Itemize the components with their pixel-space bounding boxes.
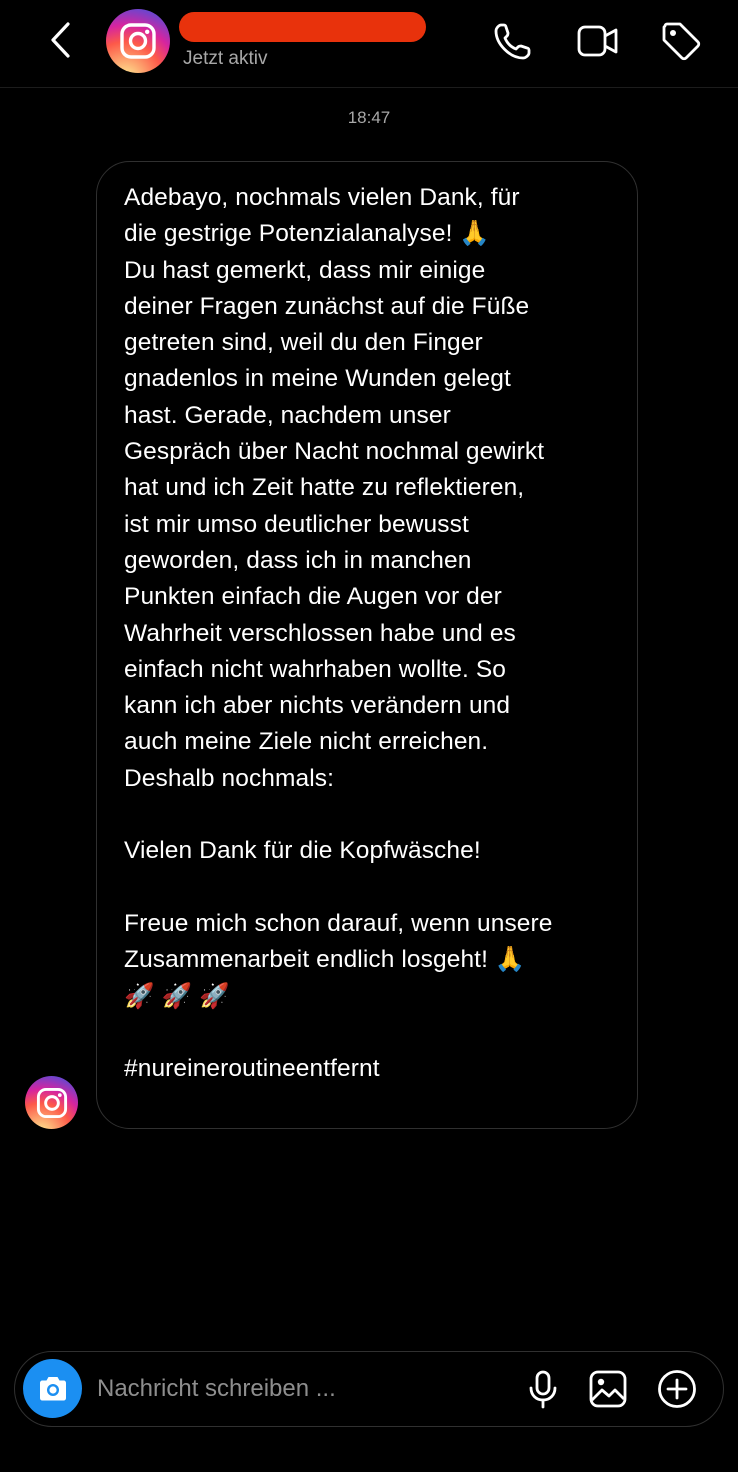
microphone-icon xyxy=(529,1370,557,1409)
message-timestamp: 18:47 xyxy=(347,108,391,127)
plus-circle-icon xyxy=(658,1370,696,1408)
dm-screen: Jetzt aktiv 18:47 Adebayo, nochmals viel… xyxy=(0,0,738,1472)
tag-icon xyxy=(662,22,701,61)
instagram-logo-icon xyxy=(36,1087,67,1118)
instagram-logo-icon xyxy=(120,23,156,59)
video-call-button[interactable] xyxy=(576,20,618,62)
chevron-left-icon xyxy=(51,22,70,58)
sender-avatar[interactable] xyxy=(25,1076,78,1129)
message-input[interactable] xyxy=(97,1370,497,1408)
back-button[interactable] xyxy=(44,20,80,60)
image-icon xyxy=(589,1370,627,1408)
camera-icon xyxy=(39,1376,66,1400)
redacted-username[interactable] xyxy=(179,12,426,42)
active-status: Jetzt aktiv xyxy=(183,48,268,69)
phone-icon xyxy=(494,23,531,60)
header-avatar[interactable] xyxy=(106,9,170,73)
call-button[interactable] xyxy=(492,20,534,62)
message-composer xyxy=(14,1351,724,1427)
message-text: Adebayo, nochmals vielen Dank, für die g… xyxy=(124,184,553,1083)
chat-header: Jetzt aktiv xyxy=(0,0,738,88)
gallery-button[interactable] xyxy=(588,1369,628,1409)
video-camera-icon xyxy=(577,25,618,57)
camera-button[interactable] xyxy=(23,1359,82,1418)
tag-button[interactable] xyxy=(660,20,702,62)
voice-message-button[interactable] xyxy=(523,1369,563,1409)
more-options-button[interactable] xyxy=(657,1369,697,1409)
message-bubble[interactable]: Adebayo, nochmals vielen Dank, für die g… xyxy=(96,161,638,1129)
